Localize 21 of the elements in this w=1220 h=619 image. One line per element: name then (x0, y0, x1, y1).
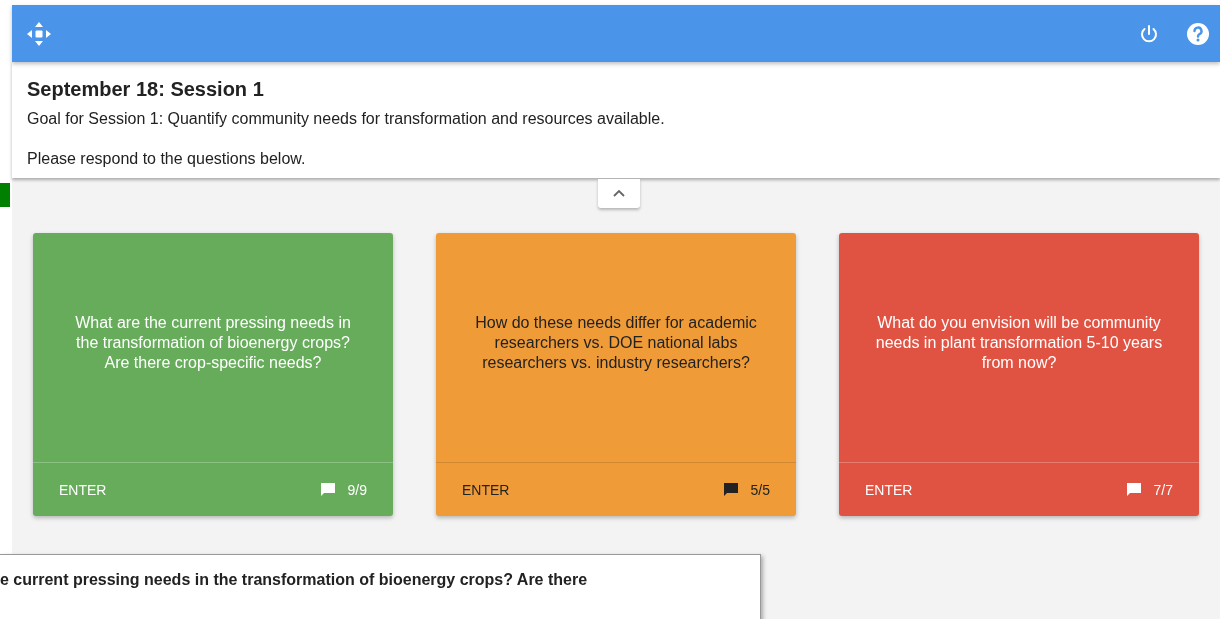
comment-icon (319, 482, 336, 497)
question-text: What do you envision will be community needs in plant transformation 5-10 years from now? (874, 312, 1164, 373)
enter-button[interactable]: ENTER (59, 481, 107, 498)
chevron-up-icon (612, 189, 626, 198)
comment-icon (722, 482, 739, 497)
session-goal: Goal for Session 1: Quantify community needs for transformation and resources available. (27, 110, 666, 128)
question-text: How do these needs differ for academic researchers vs. DOE national labs researchers vs. industry researchers? (474, 312, 758, 373)
enter-button[interactable]: ENTER (865, 481, 913, 498)
collapse-button[interactable] (598, 179, 640, 208)
comment-icon (1125, 482, 1142, 497)
question-text: What are the current pressing needs in the transformation of bioenergy crops? Are there crop-specific needs? (74, 312, 352, 373)
session-title: September 18: Session 1 (27, 78, 265, 101)
move-icon[interactable] (26, 20, 52, 47)
popup-text: e current pressing needs in the transformation of bioenergy crops? Are there (0, 571, 589, 589)
help-icon[interactable] (1186, 21, 1210, 46)
power-icon[interactable] (1138, 22, 1160, 45)
comment-count: 9/9 (347, 481, 367, 498)
instruction-text: Please respond to the questions below. (27, 150, 307, 168)
comment-count: 5/5 (750, 481, 770, 498)
enter-button[interactable]: ENTER (462, 481, 510, 498)
comment-count: 7/7 (1153, 481, 1173, 498)
